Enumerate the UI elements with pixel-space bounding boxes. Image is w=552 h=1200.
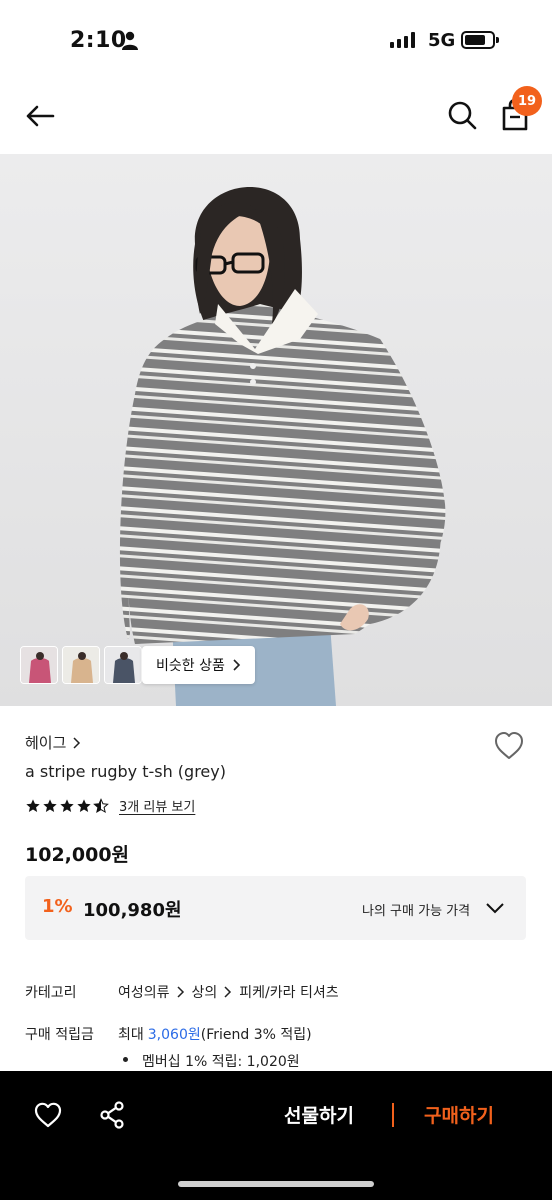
star-full-icon xyxy=(26,798,40,812)
category-label: 카테고리 xyxy=(25,985,77,1001)
member-price: 100,980원 xyxy=(83,900,182,921)
thumbnail-strip xyxy=(20,646,142,684)
brand-link[interactable]: 헤이그 xyxy=(25,732,81,753)
chevron-right-icon xyxy=(224,986,232,998)
category-link-1[interactable]: 여성의류 xyxy=(118,982,170,1002)
star-half-icon xyxy=(93,797,109,813)
membership-points: 멤버십 1% 적립: 1,020원 xyxy=(142,1054,300,1070)
chevron-down-icon xyxy=(486,903,504,914)
category-link-3[interactable]: 피케/카라 티셔츠 xyxy=(239,982,338,1002)
thumbnail-beige[interactable] xyxy=(62,646,100,684)
wishlist-heart-icon[interactable] xyxy=(493,731,525,761)
star-full-icon xyxy=(77,798,91,812)
top-nav: 19 xyxy=(0,80,552,154)
member-price-label: 나의 구매 가능 가격 xyxy=(362,904,471,919)
gift-button[interactable]: 선물하기 xyxy=(284,1101,354,1128)
points-suffix: (Friend 3% 적립) xyxy=(200,1027,312,1043)
brand-name: 헤이그 xyxy=(25,734,67,752)
status-time: 2:10 xyxy=(70,28,127,53)
rating-stars xyxy=(25,797,109,814)
status-bar: 2:10 5G xyxy=(0,0,552,80)
product-price: 102,000원 xyxy=(25,844,130,866)
chevron-right-icon xyxy=(177,986,184,998)
product-image[interactable]: 비슷한 상품 xyxy=(0,154,552,706)
thumbnail-pink[interactable] xyxy=(20,646,58,684)
star-full-icon xyxy=(60,798,74,812)
divider xyxy=(392,1103,394,1127)
similar-products-button[interactable]: 비슷한 상품 xyxy=(142,646,255,684)
bottom-action-bar: 선물하기 구매하기 xyxy=(0,1071,552,1200)
star-full-icon xyxy=(43,798,57,812)
battery-icon xyxy=(461,31,499,49)
chevron-right-icon xyxy=(233,659,240,671)
network-type: 5G xyxy=(428,30,456,51)
search-icon[interactable] xyxy=(446,99,478,131)
rating-row: 3개 리뷰 보기 xyxy=(25,796,195,815)
member-price-box[interactable]: 1% 100,980원 나의 구매 가능 가격 xyxy=(25,876,526,940)
buy-button[interactable]: 구매하기 xyxy=(424,1101,494,1128)
home-indicator xyxy=(178,1181,374,1187)
reviews-link[interactable]: 3개 리뷰 보기 xyxy=(119,796,195,815)
share-icon[interactable] xyxy=(99,1101,125,1129)
category-breadcrumb: 여성의류 상의 피케/카라 티셔츠 xyxy=(118,982,339,1002)
person-icon xyxy=(122,31,138,50)
thumbnail-navy[interactable] xyxy=(104,646,142,684)
similar-products-label: 비슷한 상품 xyxy=(156,658,225,674)
product-photo xyxy=(0,154,552,706)
points-amount: 3,060원 xyxy=(147,1027,201,1043)
bullet xyxy=(123,1057,128,1062)
signal-icon xyxy=(390,32,415,48)
member-discount-rate: 1% xyxy=(42,896,73,917)
wishlist-heart-icon[interactable] xyxy=(34,1102,62,1128)
points-prefix: 최대 xyxy=(118,1027,144,1043)
points-label: 구매 적립금 xyxy=(25,1027,94,1043)
product-name: a stripe rugby t-sh (grey) xyxy=(25,762,226,781)
category-link-2[interactable]: 상의 xyxy=(192,982,218,1002)
points-value: 최대 3,060원 (Friend 3% 적립) xyxy=(118,1024,312,1044)
back-arrow-icon[interactable] xyxy=(24,100,56,132)
chevron-right-icon xyxy=(73,736,81,749)
cart-count-badge: 19 xyxy=(512,86,542,116)
